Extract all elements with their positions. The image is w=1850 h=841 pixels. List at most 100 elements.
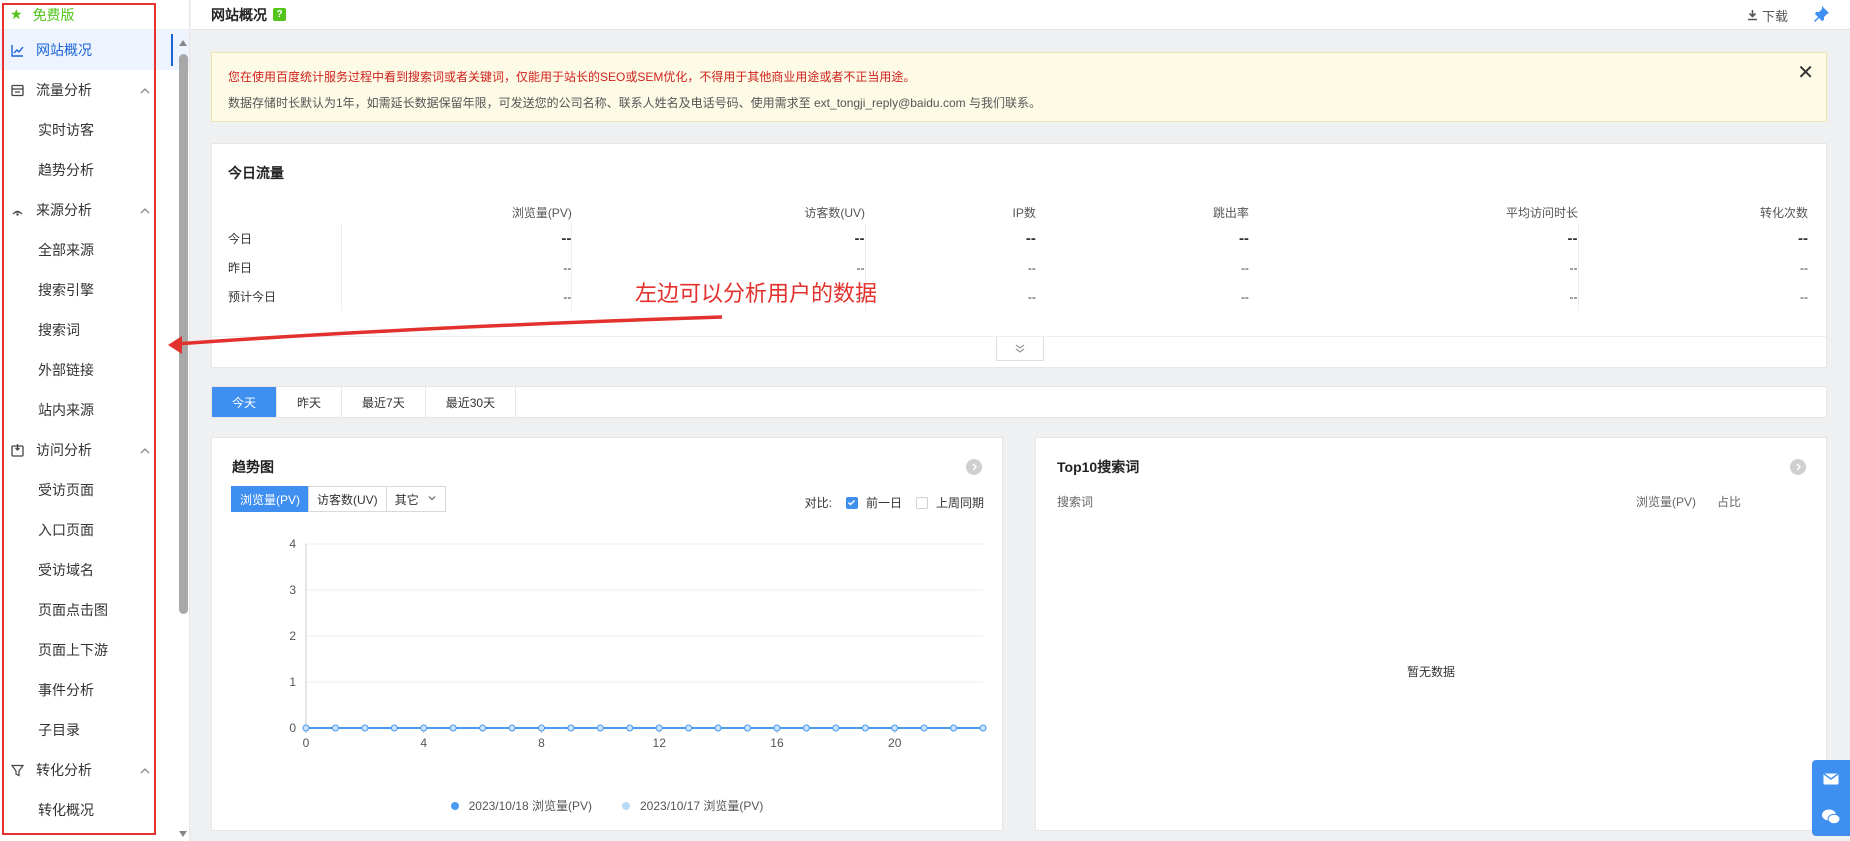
sidebar-item[interactable]: 实时访客	[0, 110, 189, 150]
table-cell: --	[1240, 260, 1249, 275]
table-cell: --	[1577, 224, 1808, 253]
traffic-icon	[10, 83, 24, 97]
data-point[interactable]	[655, 724, 663, 732]
compare-label: 对比:	[804, 496, 832, 510]
data-point[interactable]	[390, 724, 398, 732]
data-point[interactable]	[861, 724, 869, 732]
sidebar-scrollbar[interactable]	[176, 36, 190, 841]
compare-checkbox[interactable]	[845, 496, 858, 509]
chevron-up-icon[interactable]	[139, 204, 151, 216]
close-icon[interactable]: ✕	[1797, 63, 1814, 83]
legend-item[interactable]: 2023/10/18 浏览量(PV)	[450, 797, 592, 814]
scroll-down-icon[interactable]	[179, 831, 187, 837]
sidebar-item-label: 事件分析	[38, 682, 94, 698]
metric-label: 访客数(UV)	[317, 492, 378, 507]
download-button[interactable]: 下载	[1747, 6, 1788, 25]
empty-state: 暂无数据	[1406, 665, 1455, 679]
sidebar-item-label: 页面上下游	[38, 642, 108, 658]
scrollbar-thumb[interactable]	[179, 54, 188, 614]
sidebar-item[interactable]: 入口页面	[0, 510, 189, 550]
sidebar-item[interactable]: 页面上下游	[0, 630, 189, 670]
more-arrow-icon[interactable]	[1790, 459, 1806, 475]
floating-contact-bar	[1812, 760, 1850, 836]
sidebar-item-label: 流量分析	[36, 82, 92, 98]
data-point[interactable]	[479, 724, 487, 732]
sidebar-item[interactable]: 来源分析	[0, 190, 189, 230]
legend-dot-icon	[622, 801, 630, 810]
data-point[interactable]	[950, 724, 958, 732]
sidebar-item[interactable]: 搜索引擎	[0, 270, 189, 310]
sidebar-item[interactable]: 趋势分析	[0, 150, 189, 190]
date-tab[interactable]: 昨天	[277, 387, 343, 417]
data-point[interactable]	[420, 724, 428, 732]
sidebar-item[interactable]: 页面点击图	[0, 590, 189, 630]
data-point[interactable]	[920, 724, 928, 732]
data-point[interactable]	[832, 724, 840, 732]
data-point[interactable]	[626, 724, 634, 732]
wechat-icon[interactable]	[1812, 798, 1850, 836]
sidebar-item[interactable]: 访问分析	[0, 430, 189, 470]
chevron-up-icon[interactable]	[139, 444, 151, 456]
compare-option-label: 上周同期	[935, 496, 984, 510]
chevron-up-icon[interactable]	[139, 764, 151, 776]
date-tab[interactable]: 最近7天	[342, 387, 426, 417]
data-point[interactable]	[361, 724, 369, 732]
metric-dropdown[interactable]: 其它	[385, 486, 446, 512]
sidebar-item[interactable]: 流量分析	[0, 70, 189, 110]
scroll-up-icon[interactable]	[179, 40, 187, 46]
sidebar-item-label: 访问分析	[36, 442, 92, 458]
table-cell: --	[571, 224, 866, 253]
data-point[interactable]	[449, 724, 457, 732]
sidebar-item-label: 站内来源	[38, 402, 94, 418]
data-point[interactable]	[744, 724, 752, 732]
data-point[interactable]	[714, 724, 722, 732]
sidebar-item[interactable]: 站内来源	[0, 390, 189, 430]
sidebar-item-label: 入口页面	[38, 522, 94, 538]
sidebar-item[interactable]: 转化概况	[0, 790, 189, 830]
chevron-up-icon[interactable]	[139, 84, 151, 96]
data-point[interactable]	[537, 724, 545, 732]
pin-icon[interactable]	[1812, 5, 1830, 23]
sidebar-item-label: 搜索词	[38, 322, 80, 338]
sidebar-item[interactable]: 全部来源	[0, 230, 189, 270]
metric-button[interactable]: 访客数(UV)	[308, 486, 387, 512]
date-tabs: 今天 昨天 最近7天 最近30天	[211, 386, 1827, 418]
sidebar-item[interactable]: 子目录	[0, 710, 189, 750]
data-point[interactable]	[331, 724, 339, 732]
compare-options: 对比: 前一日 上周同期	[805, 494, 984, 511]
sidebar-item[interactable]: 外部链接	[0, 350, 189, 390]
y-tick-label: 4	[289, 537, 296, 551]
help-icon[interactable]: ?	[273, 8, 286, 21]
data-point[interactable]	[802, 724, 810, 732]
metric-label: 浏览量(PV)	[240, 492, 301, 507]
sidebar: ★ 免费版 网站概况 流量分析 实时访客 趋势分析 来源分析 全部来源 搜索引擎 搜索词 外部链…	[0, 0, 190, 841]
sidebar-item[interactable]: 转化分析	[0, 750, 189, 790]
sidebar-item[interactable]: 受访域名	[0, 550, 189, 590]
col-pv: 浏览量(PV)	[1636, 495, 1697, 509]
table-cell: --	[1567, 230, 1578, 247]
compare-checkbox[interactable]	[915, 496, 928, 509]
metric-button[interactable]: 浏览量(PV)	[231, 486, 310, 512]
sidebar-item[interactable]: 事件分析	[0, 670, 189, 710]
data-point[interactable]	[596, 724, 604, 732]
data-point[interactable]	[567, 724, 575, 732]
more-arrow-icon[interactable]	[966, 459, 982, 475]
table-cell: --	[1569, 289, 1578, 304]
data-point[interactable]	[773, 724, 781, 732]
date-tab[interactable]: 最近30天	[426, 387, 517, 417]
data-point[interactable]	[685, 724, 693, 732]
mail-icon[interactable]	[1812, 760, 1850, 798]
sidebar-item[interactable]: 网站概况	[0, 30, 189, 70]
data-point[interactable]	[979, 724, 987, 732]
y-tick-label: 3	[289, 583, 296, 597]
legend-item[interactable]: 2023/10/17 浏览量(PV)	[622, 797, 763, 814]
data-point[interactable]	[302, 724, 310, 732]
sidebar-item[interactable]: 搜索词	[0, 310, 189, 350]
chevron-down-icon	[427, 492, 437, 506]
sidebar-item[interactable]: 受访页面	[0, 470, 189, 510]
data-point[interactable]	[508, 724, 516, 732]
data-point[interactable]	[891, 724, 899, 732]
expand-button[interactable]	[996, 337, 1044, 361]
date-tab[interactable]: 今天	[212, 387, 278, 417]
sidebar-item-label: 来源分析	[36, 202, 92, 218]
